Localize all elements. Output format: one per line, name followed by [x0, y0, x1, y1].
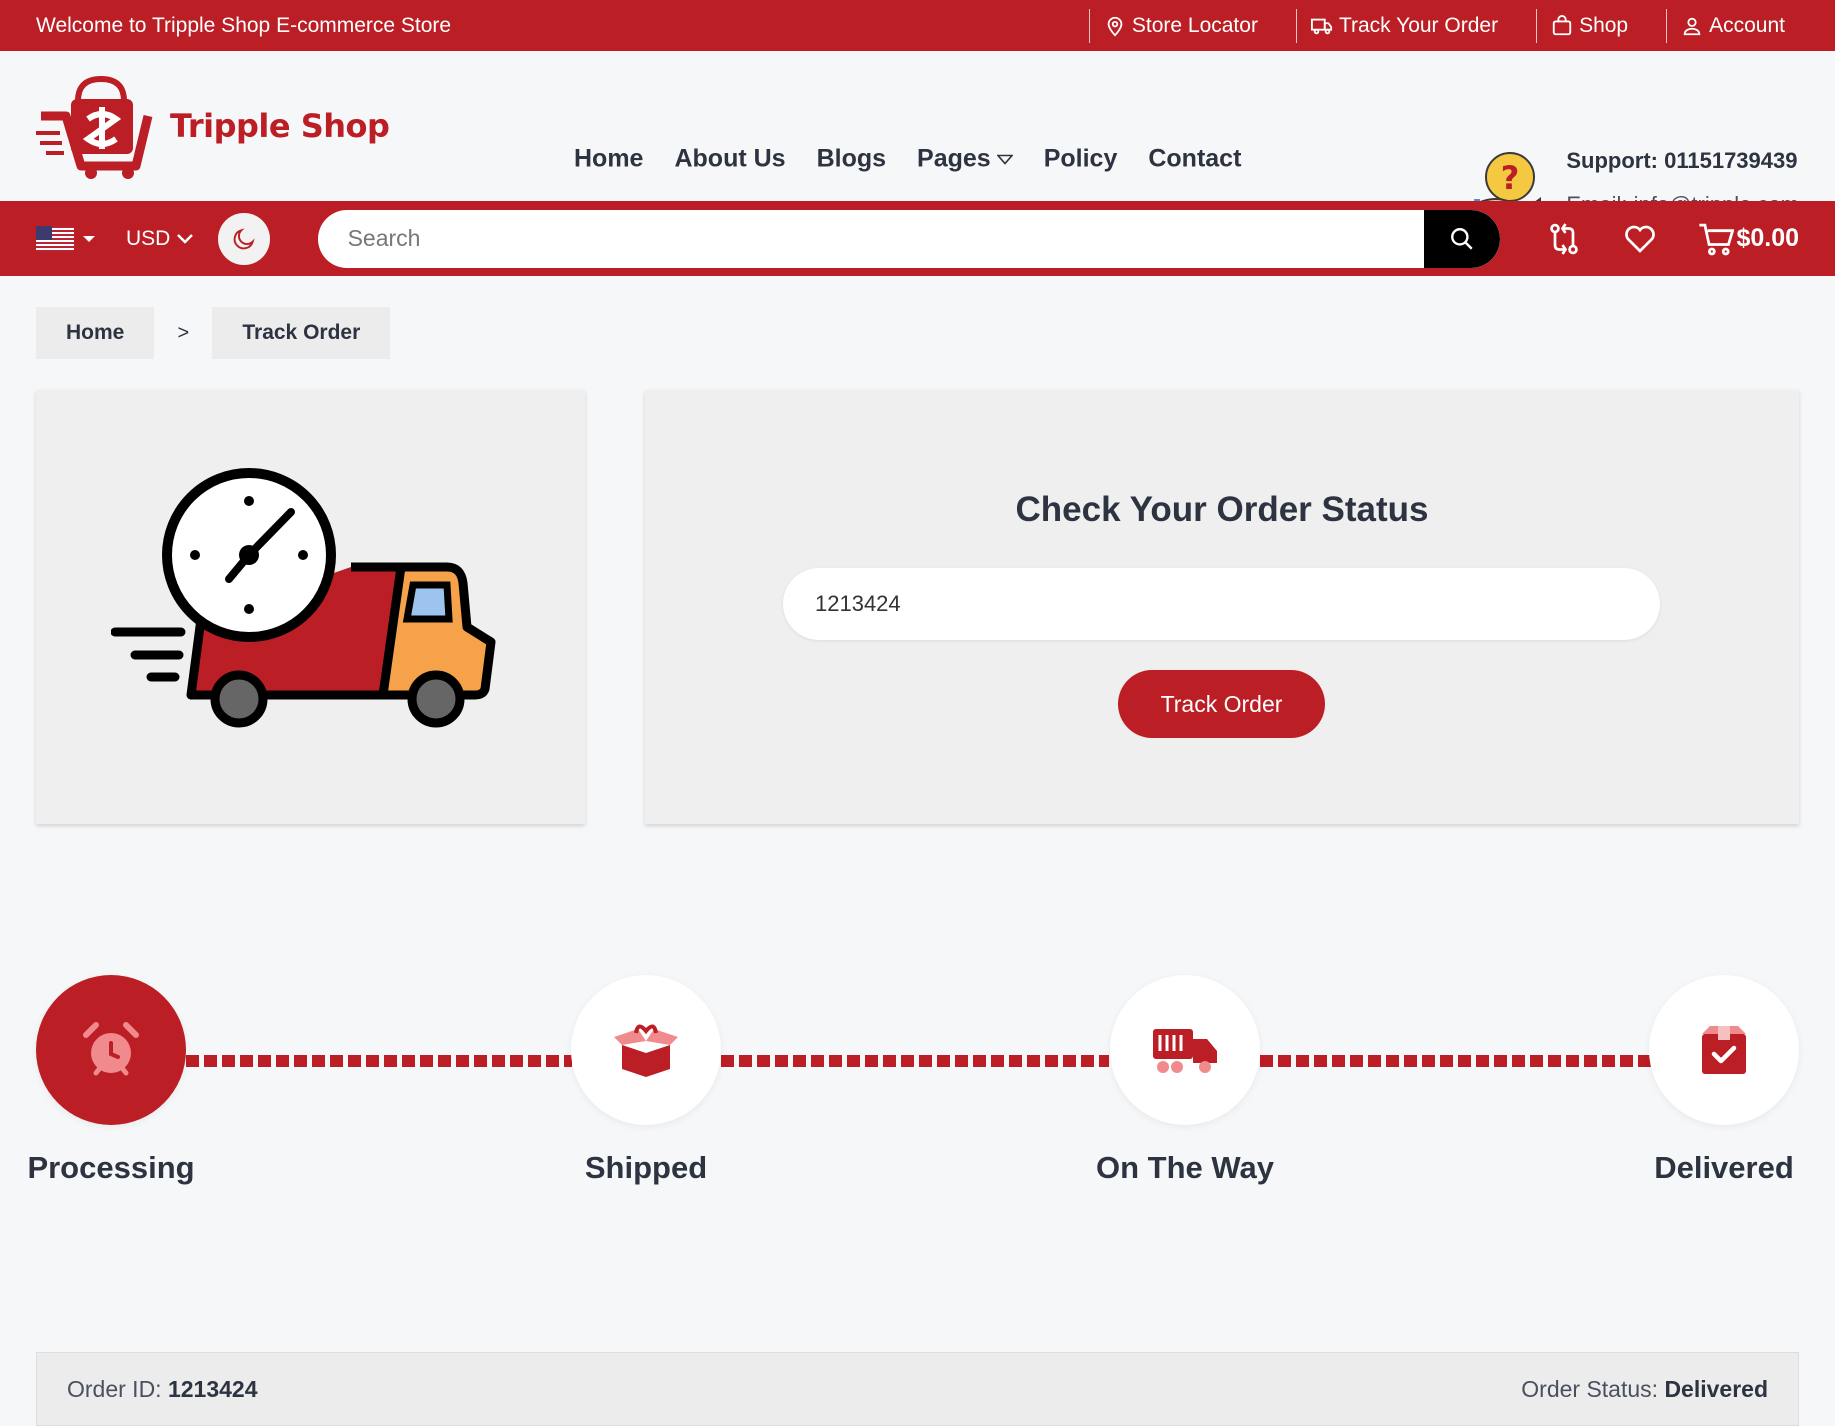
order-id-label: Order ID: [67, 1375, 162, 1402]
cart-icon [1699, 223, 1735, 255]
delivery-truck-icon [1153, 1029, 1217, 1073]
svg-text:?: ? [1501, 159, 1520, 197]
moon-icon [233, 227, 255, 249]
search-box [317, 209, 1501, 268]
progress-connector [186, 1055, 572, 1067]
account-link[interactable]: Account [1666, 8, 1799, 43]
support-phone: Support: 01151739439 [1566, 148, 1798, 173]
step-processing-circle [36, 975, 186, 1125]
breadcrumb: Home > Track Order [36, 307, 391, 359]
open-box-icon [614, 1024, 678, 1077]
site-logo[interactable]: Tripple Shop [36, 71, 576, 181]
step-delivered-circle [1649, 975, 1799, 1125]
language-selector[interactable] [36, 225, 96, 252]
shop-link[interactable]: Shop [1536, 8, 1666, 43]
cart-total: $0.00 [1736, 224, 1799, 252]
step-on-the-way-circle [1110, 975, 1260, 1125]
alarm-clock-icon [83, 1022, 139, 1076]
nav-pages[interactable]: Pages [917, 145, 1013, 174]
step-shipped-circle [571, 975, 721, 1125]
nav-policy[interactable]: Policy [1044, 145, 1118, 174]
track-order-panel: Check Your Order Status Track Order [645, 390, 1799, 824]
track-order-link[interactable]: Track Your Order [1295, 8, 1536, 43]
order-status: Order Status: Delivered [1521, 1376, 1768, 1403]
step-processing-label: Processing [27, 1150, 195, 1185]
compare-icon[interactable] [1546, 221, 1582, 257]
nav-home[interactable]: Home [574, 145, 643, 174]
search-button[interactable] [1424, 209, 1501, 268]
progress-connector [721, 1055, 1109, 1067]
step-delivered-label: Delivered [1654, 1150, 1794, 1185]
caret-down-icon [83, 235, 95, 242]
box-check-icon [1702, 1026, 1746, 1074]
nav-about-us[interactable]: About Us [674, 145, 785, 174]
chevron-down-icon [177, 233, 194, 244]
order-status-value: Delivered [1664, 1375, 1768, 1402]
site-header: Tripple Shop Home About Us Blogs Pages P… [0, 51, 1835, 217]
store-locator-link[interactable]: Store Locator [1088, 8, 1296, 43]
brand-name: Tripple Shop [170, 107, 390, 145]
nav-blogs[interactable]: Blogs [817, 145, 886, 174]
delivery-illustration-panel [36, 390, 585, 824]
order-summary-bar: Order ID: 1213424 Order Status: Delivere… [36, 1352, 1799, 1426]
breadcrumb-home[interactable]: Home [36, 307, 155, 359]
welcome-text: Welcome to Tripple Shop E-commerce Store [36, 13, 452, 37]
dark-mode-toggle[interactable] [218, 212, 270, 265]
breadcrumb-separator: > [177, 321, 190, 344]
track-form-title: Check Your Order Status [1015, 490, 1429, 529]
breadcrumb-current: Track Order [212, 307, 391, 359]
track-order-button[interactable]: Track Order [1118, 670, 1325, 738]
top-bar: Welcome to Tripple Shop E-commerce Store… [0, 0, 1835, 51]
progress-connector [1260, 1055, 1651, 1067]
heart-icon[interactable] [1622, 221, 1658, 257]
search-input[interactable] [317, 209, 1425, 268]
us-flag-icon [36, 225, 74, 252]
main-nav: Home About Us Blogs Pages Policy Contact [574, 145, 1241, 174]
cart-button[interactable]: $0.00 [1698, 222, 1799, 256]
bar-icons: $0.00 [1546, 221, 1799, 257]
shopping-bag-icon [1552, 14, 1572, 35]
nav-contact[interactable]: Contact [1148, 145, 1241, 174]
order-status-label: Order Status: [1521, 1375, 1659, 1402]
fast-delivery-truck-icon [110, 468, 495, 728]
step-shipped-label: Shipped [584, 1150, 708, 1185]
currency-selector[interactable]: USD [126, 227, 194, 251]
currency-label: USD [126, 226, 171, 250]
nav-pages-label: Pages [917, 144, 991, 173]
order-id-value: 1213424 [167, 1375, 258, 1402]
chevron-down-icon [996, 154, 1013, 165]
order-id: Order ID: 1213424 [67, 1376, 258, 1403]
cart-logo-icon [36, 75, 153, 179]
user-icon [1683, 17, 1701, 35]
top-links: Store Locator Track Your Order Shop Acco… [1088, 0, 1799, 51]
search-bar: USD $0.00 [0, 201, 1835, 276]
order-id-input[interactable] [783, 568, 1660, 640]
search-icon [1451, 227, 1474, 250]
map-pin-icon [1107, 16, 1123, 36]
truck-icon [1310, 18, 1333, 34]
step-on-the-way-label: On The Way [1096, 1150, 1274, 1185]
